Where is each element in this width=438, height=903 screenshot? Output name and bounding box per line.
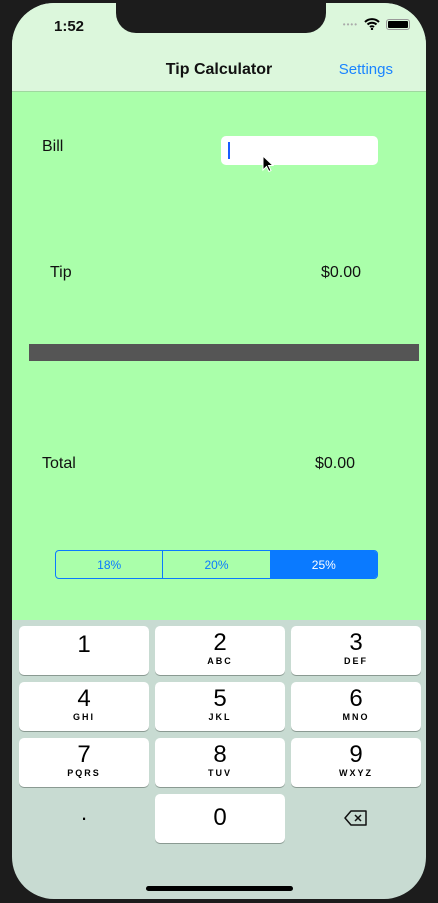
signal-icon: •••• xyxy=(342,19,358,29)
total-value: $0.00 xyxy=(315,455,356,472)
backspace-icon xyxy=(344,810,367,826)
tip-label: Tip xyxy=(50,264,72,281)
tip-value: $0.00 xyxy=(321,264,362,281)
key-7[interactable]: 7 PQRS xyxy=(19,738,149,787)
phone-screen: 1:52 •••• Tip Calculator Settings Bill T… xyxy=(12,3,426,899)
key-4[interactable]: 4 GHI xyxy=(19,682,149,731)
key-5[interactable]: 5 JKL xyxy=(155,682,285,731)
delete-key[interactable] xyxy=(291,807,421,833)
tip-option-18[interactable]: 18% xyxy=(56,551,164,578)
bill-input[interactable] xyxy=(221,136,378,165)
tip-option-25[interactable]: 25% xyxy=(270,551,377,578)
tip-percentage-control: 18% 20% 25% xyxy=(55,550,378,579)
divider-bar xyxy=(29,344,419,361)
key-8[interactable]: 8 TUV xyxy=(155,738,285,787)
wifi-icon xyxy=(364,18,380,30)
status-time: 1:52 xyxy=(54,18,85,35)
notch xyxy=(116,3,326,33)
total-label: Total xyxy=(42,455,76,472)
key-3[interactable]: 3 DEF xyxy=(291,626,421,675)
key-9[interactable]: 9 WXYZ xyxy=(291,738,421,787)
settings-button[interactable]: Settings xyxy=(339,61,393,78)
key-6[interactable]: 6 MNO xyxy=(291,682,421,731)
bill-label: Bill xyxy=(42,138,64,155)
home-indicator[interactable] xyxy=(146,886,293,891)
text-caret xyxy=(228,142,230,159)
tip-option-20[interactable]: 20% xyxy=(163,551,271,578)
mouse-cursor-icon xyxy=(262,155,274,173)
key-0[interactable]: 0 xyxy=(155,794,285,843)
status-icons: •••• xyxy=(343,18,410,30)
key-2[interactable]: 2 ABC xyxy=(155,626,285,675)
key-1[interactable]: 1 xyxy=(19,626,149,675)
battery-icon xyxy=(386,18,410,30)
key-decimal[interactable]: . xyxy=(19,800,149,826)
calculator-area: Bill Tip $0.00 Total $0.00 18% 20% 25% xyxy=(12,92,426,620)
